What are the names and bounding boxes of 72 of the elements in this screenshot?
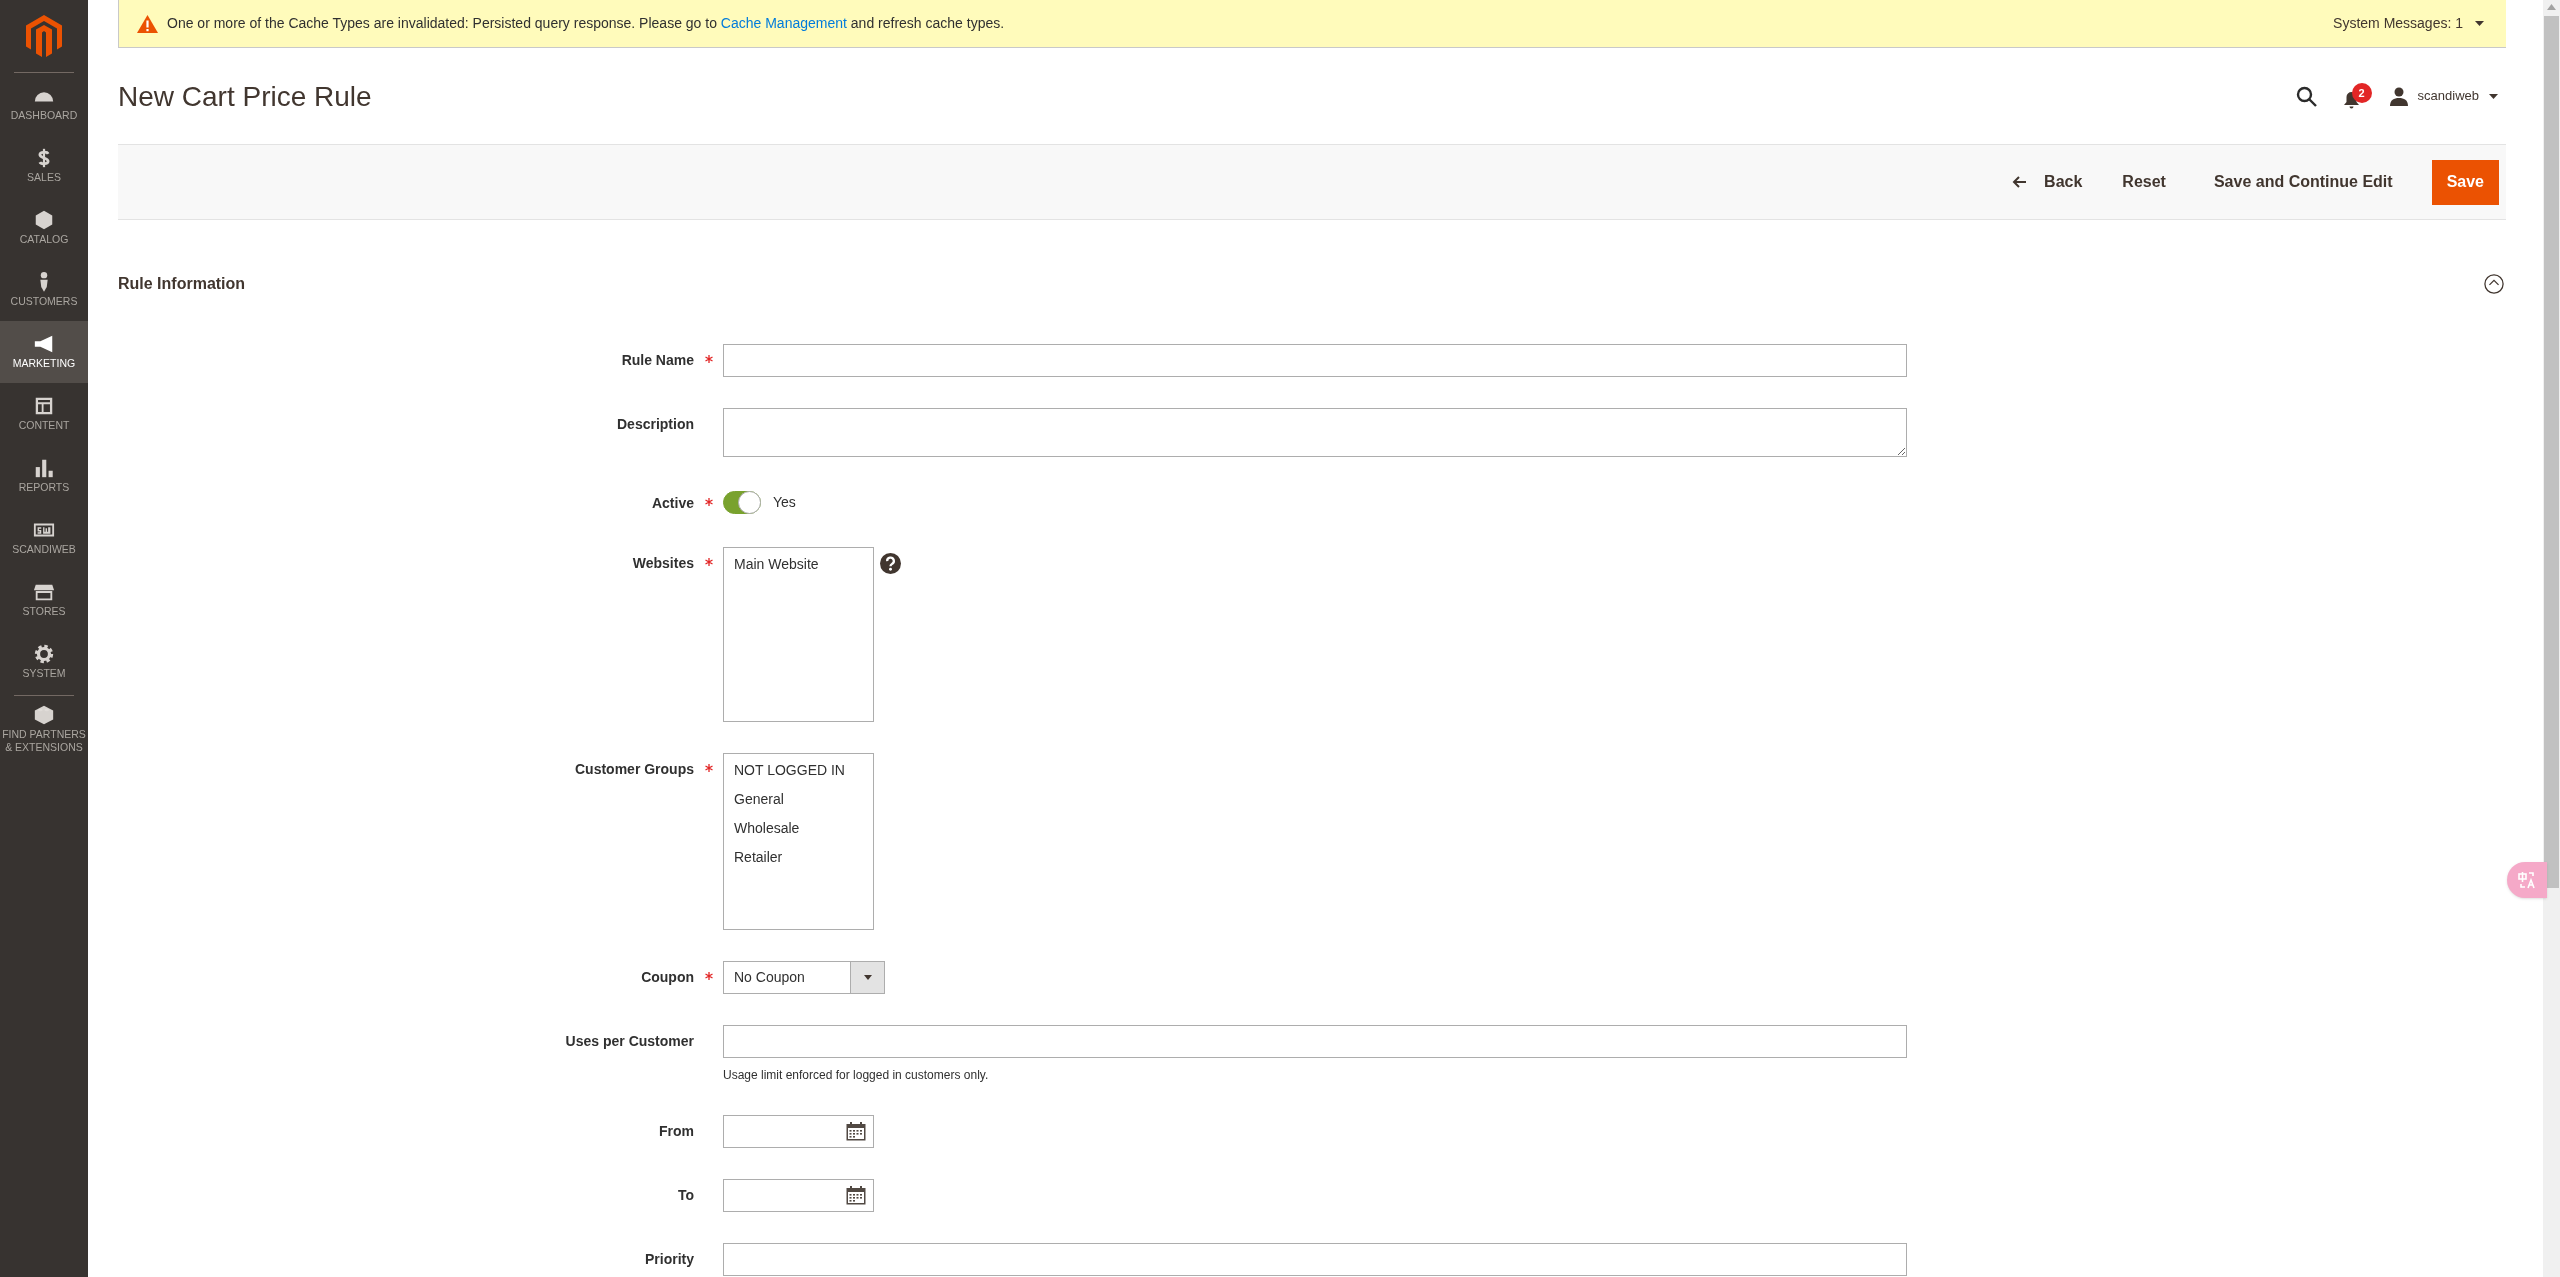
- date-field[interactable]: [723, 1179, 874, 1212]
- toolbar-button[interactable]: Save and Continue Edit: [2190, 159, 2416, 205]
- sidebar-item[interactable]: CATALOG: [0, 197, 88, 259]
- translate-button[interactable]: [2507, 862, 2547, 898]
- text-field[interactable]: [723, 344, 1907, 377]
- sidebar-item[interactable]: DASHBOARD: [0, 73, 88, 135]
- field-label: To: [677, 1186, 694, 1205]
- toggle-switch[interactable]: [723, 490, 761, 514]
- notifications-button[interactable]: 2: [2342, 83, 2373, 109]
- field-note: Usage limit enforced for logged in customers only.: [723, 1067, 990, 1084]
- layout-icon: [33, 395, 55, 417]
- gear-icon: [33, 643, 55, 665]
- multiselect-list[interactable]: NOT LOGGED IN General Wholesale Retailer: [723, 753, 874, 930]
- arrow-left-icon: [2012, 176, 2027, 188]
- calendar-icon[interactable]: [846, 1122, 866, 1141]
- field-label: From: [659, 1122, 694, 1141]
- megaphone-icon: [33, 333, 55, 355]
- toolbar-button[interactable]: Reset: [2099, 159, 2189, 205]
- section-title: Rule Information: [118, 274, 246, 294]
- list-option[interactable]: NOT LOGGED IN: [734, 756, 845, 785]
- calendar-icon[interactable]: [846, 1186, 866, 1205]
- sidebar-item[interactable]: MARKETING: [0, 321, 88, 383]
- field-label: Rule Name: [621, 351, 694, 370]
- sidebar-item[interactable]: CONTENT: [0, 383, 88, 445]
- cache-management-link[interactable]: Cache Management: [720, 15, 847, 31]
- list-option[interactable]: Retailer: [734, 843, 783, 872]
- system-message: One or more of the Cache Types are invalidated: Persisted query response. Please go to Cache Management and refresh cache types.: [167, 14, 1006, 33]
- field-label: Description: [617, 415, 694, 434]
- field-label: Uses per Customer: [565, 1032, 694, 1051]
- sidebar-item[interactable]: STORES: [0, 569, 88, 631]
- text-area[interactable]: [723, 408, 1907, 457]
- field-label: Coupon: [641, 968, 694, 987]
- bar-chart-icon: [33, 457, 55, 479]
- box-icon: [33, 209, 55, 231]
- caret-icon: [2475, 21, 2484, 26]
- multiselect-list[interactable]: Main Website: [723, 547, 874, 722]
- page-title: New Cart Price Rule: [118, 80, 373, 114]
- sidebar-item[interactable]: SCANDIWEB: [0, 507, 88, 569]
- sidebar-item[interactable]: REPORTS: [0, 445, 88, 507]
- scrollbar-thumb[interactable]: [2544, 16, 2559, 888]
- scroll-up-icon[interactable]: [2547, 4, 2556, 10]
- save-button[interactable]: Save: [2431, 159, 2499, 205]
- notification-badge: 2: [2351, 83, 2372, 103]
- translate-icon: [2518, 871, 2536, 889]
- sidebar-item[interactable]: FIND PARTNERS & EXTENSIONS: [0, 696, 88, 760]
- field-label: Active: [651, 494, 694, 513]
- sidebar-item[interactable]: SALES: [0, 135, 88, 197]
- field-label: Websites: [632, 554, 694, 573]
- sidebar-item[interactable]: SYSTEM: [0, 631, 88, 693]
- list-option[interactable]: General: [734, 785, 784, 814]
- help-icon[interactable]: [880, 553, 901, 574]
- sidebar-item[interactable]: CUSTOMERS: [0, 259, 88, 321]
- scrollbar[interactable]: [2543, 0, 2560, 1277]
- caret-icon: [863, 975, 872, 980]
- text-field[interactable]: [723, 1243, 1907, 1276]
- logo-icon[interactable]: [26, 15, 62, 57]
- system-messages-toggle[interactable]: System Messages: 1: [2333, 13, 2484, 34]
- back-button[interactable]: Back: [1997, 159, 2098, 205]
- text-field[interactable]: [723, 1025, 1907, 1058]
- search-icon[interactable]: [2295, 85, 2317, 107]
- warning-icon: [137, 14, 158, 33]
- field-label: Priority: [645, 1250, 694, 1269]
- user-menu[interactable]: scandiweb: [2388, 86, 2498, 106]
- list-option[interactable]: Main Website: [734, 550, 819, 579]
- caret-icon: [2489, 93, 2498, 99]
- collapse-icon[interactable]: [2484, 274, 2504, 294]
- toggle-label: Yes: [773, 492, 796, 512]
- user-icon: [2388, 86, 2409, 106]
- list-option[interactable]: Wholesale: [734, 814, 800, 843]
- select-field[interactable]: No Coupon: [723, 961, 885, 994]
- date-field[interactable]: [723, 1115, 874, 1148]
- field-label: Customer Groups: [575, 760, 694, 779]
